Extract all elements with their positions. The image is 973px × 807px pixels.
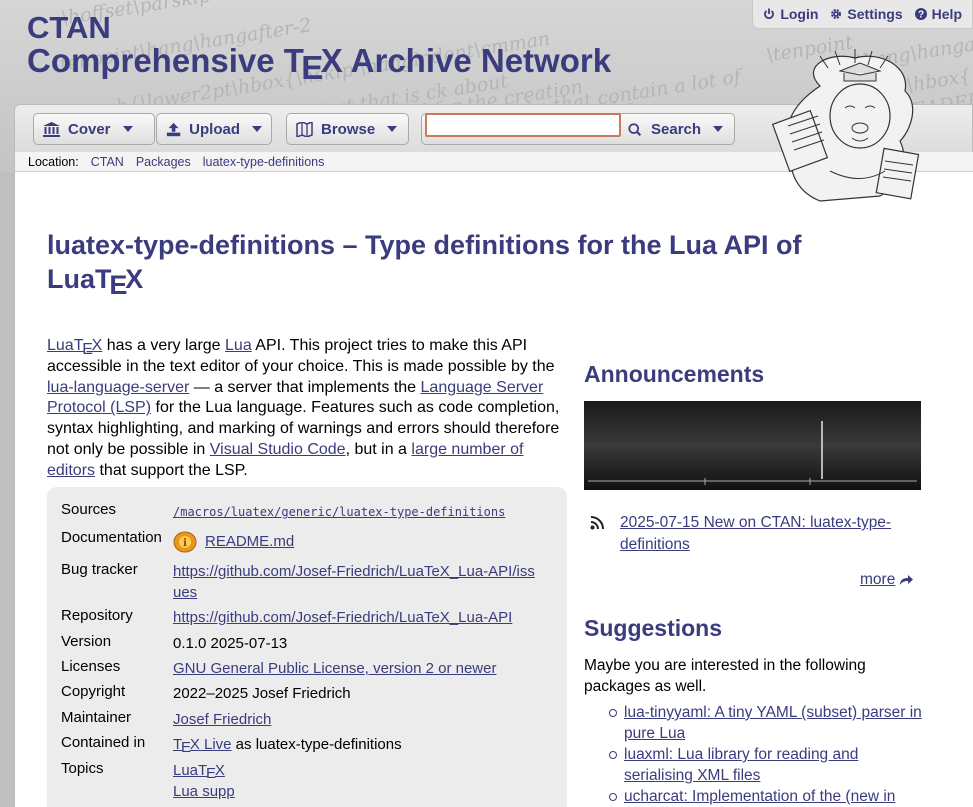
lua-link[interactable]: Lua — [225, 337, 252, 354]
announcement-item: 2025-07-15 New on CTAN: luatex-type-defi… — [590, 512, 920, 556]
upload-icon — [166, 122, 181, 136]
question-icon: ? — [914, 8, 927, 21]
building-icon — [43, 121, 60, 137]
suggestion-link[interactable]: ucharcat: Implementation of the (new in — [624, 788, 895, 805]
package-description: LuaTEX has a very large Lua API. This pr… — [47, 337, 560, 479]
package-info-table: Sources /macros/luatex/generic/luatex-ty… — [47, 487, 567, 807]
suggestion-item: luaxml: Lua library for reading and seri… — [609, 744, 929, 786]
announcements-heading: Announcements — [584, 361, 765, 387]
info-row-version: Version 0.1.0 2025-07-13 — [61, 633, 288, 652]
readme-icon: i — [173, 531, 197, 553]
suggestions-intro: Maybe you are interested in the followin… — [584, 657, 866, 695]
breadcrumb-packages[interactable]: Packages — [136, 155, 191, 169]
share-arrow-icon — [900, 575, 914, 585]
vscode-link[interactable]: Visual Studio Code — [210, 441, 346, 458]
maintainer-link[interactable]: Josef Friedrich — [173, 711, 271, 728]
login-link[interactable]: Login — [757, 6, 824, 22]
info-row-topics: Topics LuaTEX Lua supp — [61, 760, 235, 800]
svg-text:i: i — [183, 538, 187, 549]
topic-lua-supp-link[interactable]: Lua supp — [173, 783, 235, 800]
main-content: luatex-type-definitions – Type definitio… — [14, 172, 973, 807]
info-row-contained-in: Contained in TEX Live as luatex-type-def… — [61, 734, 402, 757]
bug-tracker-link[interactable]: https://github.com/Josef-Friedrich/LuaTe… — [173, 563, 535, 601]
page-title: luatex-type-definitions – Type definitio… — [47, 230, 802, 300]
power-icon — [764, 8, 775, 20]
help-link[interactable]: ? Help — [909, 6, 968, 22]
announcements-activity-chart — [584, 401, 921, 490]
readme-link[interactable]: README.md — [205, 531, 294, 552]
more-link[interactable]: more — [860, 571, 895, 589]
info-row-bug-tracker: Bug tracker https://github.com/Josef-Fri… — [61, 561, 535, 601]
location-label: Location: — [28, 154, 79, 169]
browse-button[interactable]: Browse — [286, 113, 409, 145]
suggestion-link[interactable]: lua-tinyyaml: A tiny YAML (subset) parse… — [624, 704, 922, 742]
info-row-sources: Sources /macros/luatex/generic/luatex-ty… — [61, 501, 506, 519]
search-icon — [628, 122, 642, 136]
site-title-long: Comprehensive TEX Archive Network — [27, 42, 612, 87]
cover-button[interactable]: Cover — [33, 113, 155, 145]
repository-link[interactable]: https://github.com/Josef-Friedrich/LuaTe… — [173, 609, 512, 626]
info-row-repository: Repository https://github.com/Josef-Frie… — [61, 607, 513, 626]
license-link[interactable]: GNU General Public License, version 2 or… — [173, 660, 496, 677]
breadcrumb-ctan[interactable]: CTAN — [91, 155, 124, 169]
site-title-short: CTAN — [27, 10, 111, 45]
map-icon — [296, 121, 313, 137]
suggestions-list: lua-tinyyaml: A tiny YAML (subset) parse… — [609, 702, 929, 807]
suggestions-heading: Suggestions — [584, 615, 723, 641]
chevron-down-icon — [122, 126, 133, 132]
announcement-link[interactable]: 2025-07-15 New on CTAN: luatex-type-defi… — [620, 512, 920, 556]
top-nav: Login Settings ? Help — [752, 0, 973, 29]
info-row-licenses: Licenses GNU General Public License, ver… — [61, 658, 497, 677]
topic-luatex-link[interactable]: LuaTEX — [173, 762, 225, 782]
chevron-down-icon — [387, 126, 398, 132]
info-row-maintainer: Maintainer Josef Friedrich — [61, 709, 272, 728]
info-row-copyright: Copyright 2022–2025 Josef Friedrich — [61, 683, 351, 702]
chevron-down-icon — [713, 126, 724, 132]
rss-icon — [590, 516, 604, 530]
search-input[interactable] — [425, 113, 621, 137]
more-announcements[interactable]: more — [860, 571, 914, 589]
gear-icon — [831, 9, 842, 19]
breadcrumb-package[interactable]: luatex-type-definitions — [203, 155, 325, 169]
luatex-link[interactable]: LuaTEX — [47, 337, 102, 358]
suggestion-item: ucharcat: Implementation of the (new in — [609, 786, 929, 807]
lua-language-server-link[interactable]: lua-language-server — [47, 379, 189, 396]
ctan-lion-logo[interactable] — [760, 46, 950, 211]
info-row-documentation: Documentation i README.md — [61, 529, 553, 553]
settings-link[interactable]: Settings — [824, 6, 908, 22]
suggestion-item: lua-tinyyaml: A tiny YAML (subset) parse… — [609, 702, 929, 744]
sources-link[interactable]: /macros/luatex/generic/luatex-type-defin… — [173, 505, 505, 519]
svg-text:?: ? — [918, 10, 924, 21]
site-title[interactable]: CTAN Comprehensive TEX Archive Network — [27, 10, 612, 87]
texlive-link[interactable]: TEX Live — [173, 736, 232, 756]
upload-button[interactable]: Upload — [156, 113, 272, 145]
suggestion-link[interactable]: luaxml: Lua library for reading and seri… — [624, 746, 858, 784]
chevron-down-icon — [252, 126, 262, 132]
